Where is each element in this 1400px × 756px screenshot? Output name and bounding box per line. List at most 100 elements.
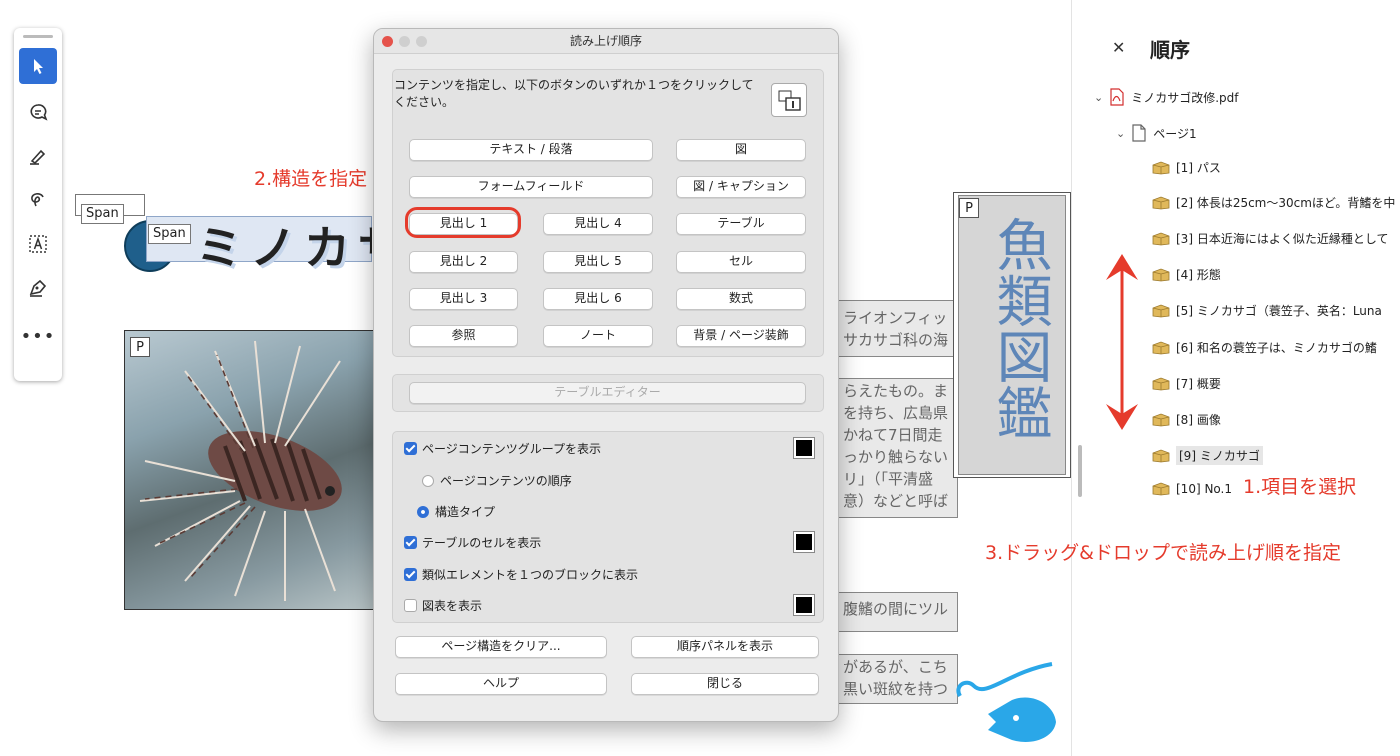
tree-page-node[interactable]: ⌄ ページ1 bbox=[1116, 124, 1197, 142]
show-figures-label: 図表を表示 bbox=[422, 599, 483, 613]
heading3-button[interactable]: 見出し 3 bbox=[409, 288, 518, 310]
annotation-step3: 3.ドラッグ&ドロップで読み上げ順を指定 bbox=[985, 542, 1341, 564]
instruction-text: コンテンツを指定し、以下のボタンのいずれか１つをクリックしてください。 bbox=[394, 78, 754, 109]
draw-tool-button[interactable] bbox=[19, 182, 57, 218]
text-line: 腹鰭の間にツル bbox=[843, 600, 949, 618]
more-icon: ••• bbox=[20, 325, 56, 347]
tree-item[interactable]: [4] 形態 bbox=[1152, 266, 1221, 283]
show-table-cells-row[interactable]: テーブルのセルを表示 bbox=[404, 534, 541, 551]
sign-tool-button[interactable] bbox=[19, 270, 57, 306]
reference-button[interactable]: 参照 bbox=[409, 325, 518, 347]
show-figures-checkbox[interactable] bbox=[404, 599, 417, 612]
vertical-title-box[interactable]: 魚類図鑑 bbox=[953, 192, 1071, 478]
tree-item[interactable]: [8] 画像 bbox=[1152, 411, 1221, 428]
table-editor-button[interactable]: テーブルエディター bbox=[409, 382, 806, 404]
tree-item-label: [3] 日本近海にはよく似た近縁種として bbox=[1176, 232, 1389, 246]
tag-box-icon bbox=[1152, 268, 1170, 281]
chevron-down-icon[interactable]: ⌄ bbox=[1116, 127, 1125, 140]
structure-type-row[interactable]: 構造タイプ bbox=[417, 503, 495, 520]
tree-item-label: [4] 形態 bbox=[1176, 268, 1221, 282]
chevron-down-icon[interactable]: ⌄ bbox=[1094, 91, 1103, 104]
span-tag-outer[interactable]: Span bbox=[81, 204, 124, 224]
formula-button[interactable]: 数式 bbox=[676, 288, 806, 310]
text-block-3[interactable]: 腹鰭の間にツル bbox=[838, 592, 958, 632]
tree-item[interactable]: [10] No.1 bbox=[1152, 482, 1232, 496]
clear-page-structure-button[interactable]: ページ構造をクリア... bbox=[395, 636, 607, 658]
tree-item-selected[interactable]: [9] ミノカサゴ bbox=[1152, 446, 1263, 465]
similar-elements-checkbox[interactable] bbox=[404, 568, 417, 581]
show-order-panel-button[interactable]: 順序パネルを表示 bbox=[631, 636, 819, 658]
select-tool-button[interactable] bbox=[19, 48, 57, 84]
minimize-window-icon[interactable] bbox=[399, 36, 410, 47]
heading4-button[interactable]: 見出し 4 bbox=[543, 213, 653, 235]
order-number-icon bbox=[778, 90, 801, 111]
tree-item[interactable]: [7] 概要 bbox=[1152, 375, 1221, 392]
close-button[interactable]: 閉じる bbox=[631, 673, 819, 695]
span-tag-inner[interactable]: Span bbox=[148, 224, 191, 244]
note-button[interactable]: ノート bbox=[543, 325, 653, 347]
table-cells-color-swatch[interactable] bbox=[793, 531, 815, 553]
tag-box-icon bbox=[1152, 482, 1170, 496]
highlight-tool-button[interactable] bbox=[19, 138, 57, 174]
show-figures-row[interactable]: 図表を表示 bbox=[404, 597, 482, 614]
text-line: リ」（「平清盛 bbox=[843, 470, 934, 488]
comment-tool-button[interactable] bbox=[19, 94, 57, 130]
text-block-2[interactable]: らえたもの。ま を持ち、広島県 かねて7日間走 っかり触らない リ」（「平清盛 … bbox=[838, 378, 958, 518]
show-table-cells-checkbox[interactable] bbox=[404, 536, 417, 549]
tree-item[interactable]: [6] 和名の蓑笠子は、ミノカサゴの鰭 bbox=[1152, 339, 1377, 356]
p-tag-vertical[interactable]: P bbox=[959, 198, 979, 218]
tree-item-label: [7] 概要 bbox=[1176, 377, 1221, 391]
figure-button[interactable]: 図 bbox=[676, 139, 806, 161]
figures-color-swatch[interactable] bbox=[793, 594, 815, 616]
annotation-step1: 1.項目を選択 bbox=[1243, 476, 1357, 498]
toolbar-grip[interactable] bbox=[23, 35, 53, 38]
lionfish-photo[interactable] bbox=[124, 330, 374, 610]
order-panel-scrollbar[interactable] bbox=[1078, 445, 1082, 497]
text-block-1[interactable]: ライオンフィッ サカサゴ科の海 bbox=[838, 300, 958, 357]
tree-item[interactable]: [5] ミノカサゴ（蓑笠子、英名：Luna bbox=[1152, 302, 1382, 319]
page-content-order-label: ページコンテンツの順序 bbox=[440, 474, 572, 488]
show-content-groups-row[interactable]: ページコンテンツグループを表示 bbox=[404, 440, 601, 457]
tree-file-node[interactable]: ⌄ ミノカサゴ改修.pdf bbox=[1094, 88, 1239, 106]
tree-item[interactable]: [1] パス bbox=[1152, 159, 1221, 176]
text-paragraph-button[interactable]: テキスト / 段落 bbox=[409, 139, 653, 161]
tree-item[interactable]: [2] 体長は25cm〜30cmほど。背鰭を中 bbox=[1152, 194, 1395, 211]
text-block-4[interactable]: があるが、こち 黒い斑紋を持つ bbox=[838, 654, 958, 704]
fish-hook-icon bbox=[956, 662, 1056, 742]
dialog-titlebar[interactable]: 読み上げ順序 bbox=[374, 29, 838, 54]
form-field-button[interactable]: フォームフィールド bbox=[409, 176, 653, 198]
reading-order-icon-button[interactable] bbox=[771, 83, 807, 117]
document-title: ミノカサ bbox=[196, 221, 372, 275]
zoom-window-icon[interactable] bbox=[416, 36, 427, 47]
page-content-order-radio[interactable] bbox=[422, 474, 434, 487]
content-groups-color-swatch[interactable] bbox=[793, 437, 815, 459]
table-button[interactable]: テーブル bbox=[676, 213, 806, 235]
show-content-groups-checkbox[interactable] bbox=[404, 442, 417, 455]
more-tools-button[interactable]: ••• bbox=[19, 318, 57, 354]
tree-item[interactable]: [3] 日本近海にはよく似た近縁種として bbox=[1152, 230, 1388, 247]
structure-type-label: 構造タイプ bbox=[435, 505, 496, 519]
page-content-order-row[interactable]: ページコンテンツの順序 bbox=[422, 472, 572, 489]
text-box-tool-button[interactable] bbox=[19, 226, 57, 262]
similar-elements-row[interactable]: 類似エレメントを１つのブロックに表示 bbox=[404, 566, 638, 583]
cell-button[interactable]: セル bbox=[676, 251, 806, 273]
close-window-icon[interactable] bbox=[382, 36, 393, 47]
text-line: を持ち、広島県 bbox=[843, 404, 949, 422]
pdf-file-icon bbox=[1110, 88, 1124, 106]
dialog-title: 読み上げ順序 bbox=[569, 34, 642, 48]
heading5-button[interactable]: 見出し 5 bbox=[543, 251, 653, 273]
annotation-step2: 2.構造を指定 bbox=[254, 168, 368, 190]
tree-item-label: [6] 和名の蓑笠子は、ミノカサゴの鰭 bbox=[1176, 341, 1377, 355]
text-line: ライオンフィッ bbox=[843, 309, 948, 327]
heading6-button[interactable]: 見出し 6 bbox=[543, 288, 653, 310]
similar-elements-label: 類似エレメントを１つのブロックに表示 bbox=[422, 568, 639, 582]
structure-type-radio[interactable] bbox=[417, 505, 429, 518]
tree-file-label: ミノカサゴ改修.pdf bbox=[1131, 90, 1239, 105]
help-button[interactable]: ヘルプ bbox=[395, 673, 607, 695]
p-tag-photo[interactable]: P bbox=[130, 337, 150, 357]
display-options-panel bbox=[392, 431, 824, 623]
figure-caption-button[interactable]: 図 / キャプション bbox=[676, 176, 806, 198]
background-artifact-button[interactable]: 背景 / ページ装飾 bbox=[676, 325, 806, 347]
close-panel-icon[interactable]: ✕ bbox=[1112, 38, 1125, 57]
heading2-button[interactable]: 見出し 2 bbox=[409, 251, 518, 273]
